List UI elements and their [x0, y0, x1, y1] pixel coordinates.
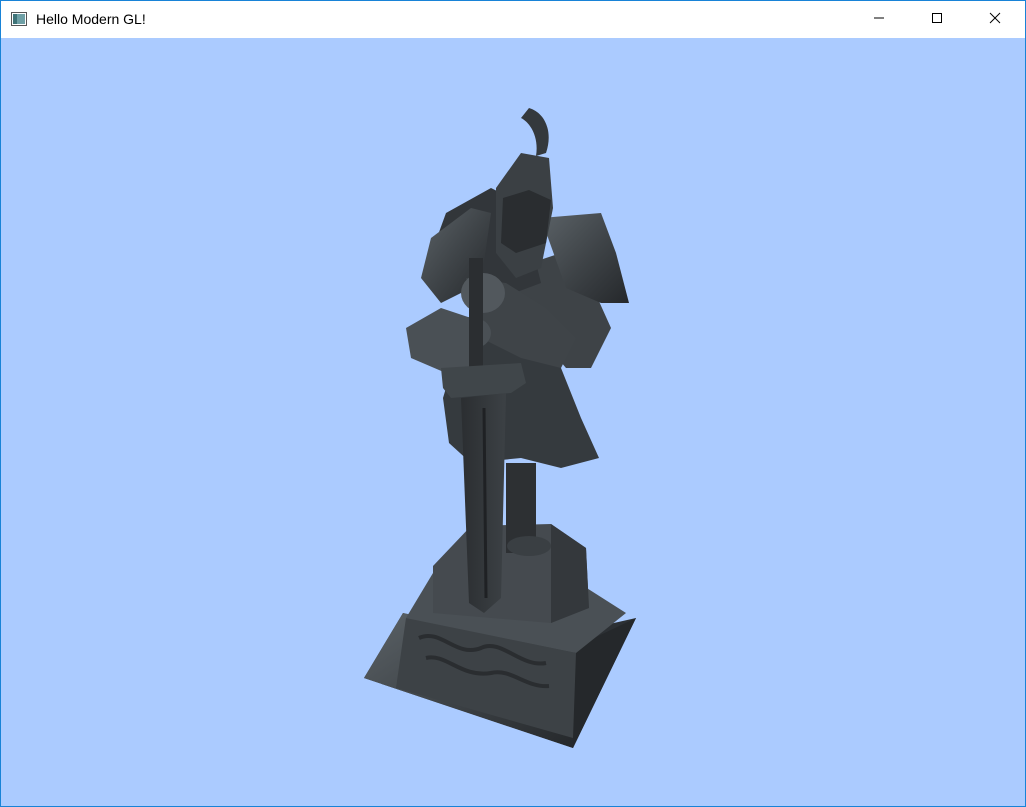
minimize-icon	[873, 11, 885, 29]
statue-helmet	[496, 108, 553, 278]
gl-viewport[interactable]	[1, 38, 1025, 806]
app-window: Hello Modern GL!	[0, 0, 1026, 807]
window-title: Hello Modern GL!	[36, 11, 146, 27]
minimize-button[interactable]	[850, 1, 908, 38]
knight-statue-model	[364, 108, 636, 748]
close-button[interactable]	[966, 1, 1024, 38]
statue-legs	[506, 463, 551, 556]
app-window-icon	[11, 12, 27, 26]
maximize-button[interactable]	[908, 1, 966, 38]
close-icon	[989, 11, 1001, 29]
maximize-icon	[931, 11, 943, 29]
title-bar[interactable]: Hello Modern GL!	[1, 1, 1025, 38]
